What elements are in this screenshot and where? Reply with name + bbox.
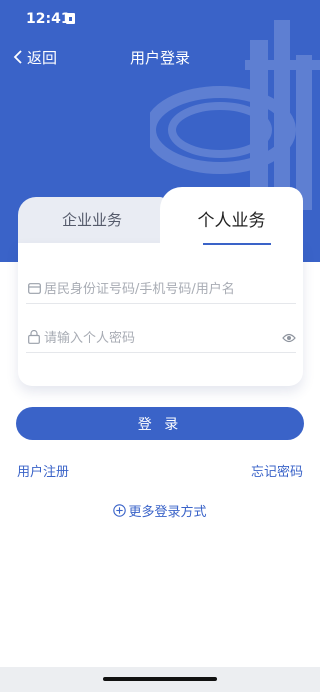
lock-icon — [28, 330, 40, 344]
status-bar: 12:41 — [0, 0, 320, 40]
account-input[interactable] — [44, 279, 274, 299]
password-input[interactable] — [44, 328, 274, 348]
tab-personal-label: 个人业务 — [197, 211, 266, 231]
id-card-icon — [28, 283, 41, 294]
tab-enterprise-label: 企业业务 — [61, 211, 122, 229]
account-field — [26, 277, 296, 304]
lock-status-icon — [66, 13, 75, 24]
login-card — [18, 243, 303, 386]
bottom-bar — [0, 667, 320, 692]
plus-circle-icon — [113, 504, 127, 517]
active-tab-indicator — [203, 243, 271, 245]
forgot-password-link[interactable]: 忘记密码 — [251, 461, 303, 480]
tab-personal[interactable]: 个人业务 — [160, 187, 303, 247]
more-login-label: 更多登录方式 — [128, 505, 207, 520]
password-field — [26, 326, 296, 353]
home-indicator[interactable] — [103, 677, 217, 681]
login-button[interactable]: 登 录 — [16, 407, 304, 440]
tab-enterprise[interactable]: 企业业务 — [18, 197, 166, 243]
status-time: 12:41 — [26, 11, 71, 27]
register-link[interactable]: 用户注册 — [17, 461, 69, 480]
page-title: 用户登录 — [129, 49, 190, 67]
more-login-options[interactable]: 更多登录方式 — [0, 501, 320, 520]
eye-icon[interactable] — [282, 333, 296, 343]
